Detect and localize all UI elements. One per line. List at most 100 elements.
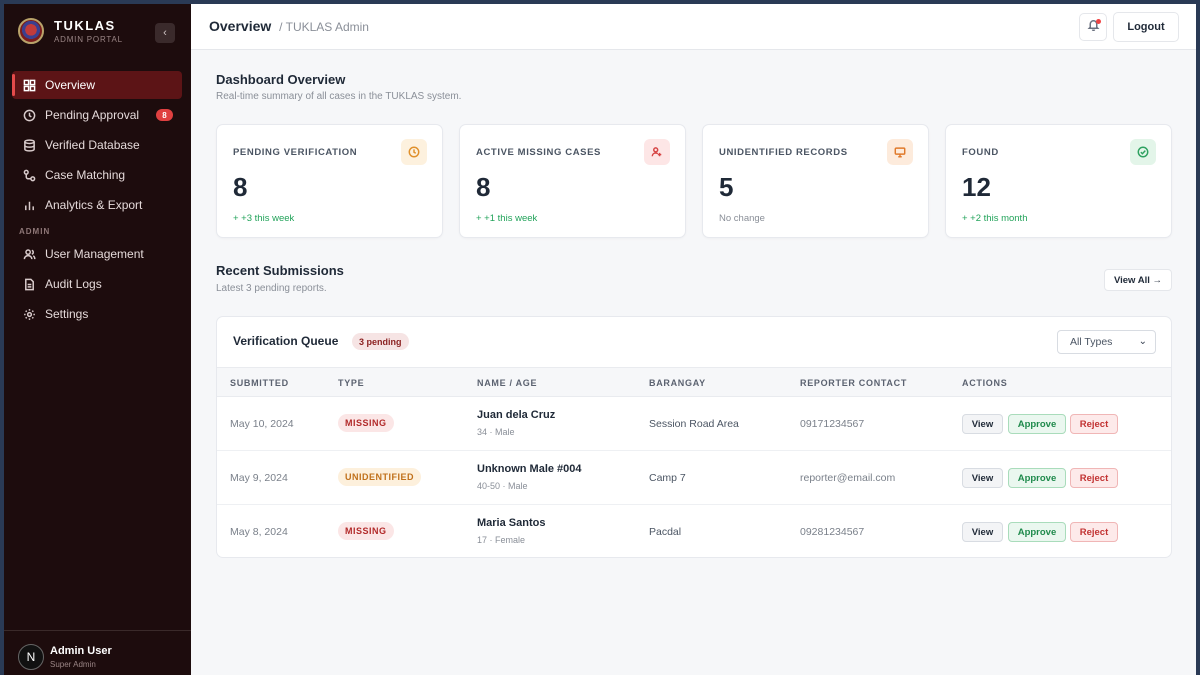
sidebar-divider: [4, 630, 191, 631]
avatar: N: [18, 644, 44, 670]
approve-button[interactable]: Approve: [1008, 468, 1066, 488]
stat-value: 5: [719, 172, 734, 202]
collapse-sidebar-button[interactable]: ‹: [155, 23, 175, 43]
table-row: May 10, 2024 MISSING Juan dela Cruz 34 ·…: [217, 397, 1171, 451]
approve-button[interactable]: Approve: [1008, 414, 1066, 434]
column-header: SUBMITTED: [230, 378, 289, 388]
database-icon: [22, 138, 36, 152]
sidebar: TUKLAS ADMIN PORTAL ‹ Overview Pending A…: [4, 4, 191, 675]
submitted-date: May 8, 2024: [230, 526, 288, 538]
chevron-down-icon: ⌄: [1138, 336, 1147, 347]
chevron-left-icon: ‹: [163, 27, 167, 39]
user-profile[interactable]: N Admin User Super Admin: [18, 644, 112, 670]
stats-row: PENDING VERIFICATION 8 + +3 this week AC…: [216, 124, 1172, 238]
type-badge: MISSING: [338, 414, 394, 432]
type-filter-value: All Types: [1070, 336, 1113, 348]
stat-card-pending-verification: PENDING VERIFICATION 8 + +3 this week: [216, 124, 443, 238]
sidebar-item-settings[interactable]: Settings: [12, 300, 182, 328]
sidebar-item-label: Analytics & Export: [45, 198, 143, 212]
reporter-contact: 09281234567: [800, 526, 865, 538]
submitted-date: May 9, 2024: [230, 472, 288, 484]
check-circle-icon: [1130, 139, 1156, 165]
stat-card-unidentified-records: UNIDENTIFIED RECORDS 5 No change: [702, 124, 929, 238]
table-header: SUBMITTED TYPE NAME / AGE BARANGAY REPOR…: [217, 367, 1171, 397]
stat-value: 12: [962, 172, 991, 202]
stat-note: + +3 this week: [233, 213, 295, 224]
column-header: REPORTER CONTACT: [800, 378, 908, 388]
barangay: Session Road Area: [649, 418, 739, 430]
person-meta: 40-50 · Male: [477, 481, 528, 491]
reject-button[interactable]: Reject: [1070, 468, 1118, 488]
grid-icon: [22, 78, 36, 92]
logout-button[interactable]: Logout: [1113, 12, 1179, 42]
sidebar-item-label: Settings: [45, 307, 89, 321]
sidebar-item-analytics-export[interactable]: Analytics & Export: [12, 191, 182, 219]
person-name: Unknown Male #004: [477, 463, 582, 475]
dashboard-title: Dashboard Overview: [216, 72, 346, 87]
stat-label: PENDING VERIFICATION: [233, 147, 358, 158]
admin-section-label: ADMIN: [19, 227, 51, 236]
sidebar-item-user-management[interactable]: User Management: [12, 240, 182, 268]
stat-label: ACTIVE MISSING CASES: [476, 147, 601, 158]
column-header: NAME / AGE: [477, 378, 538, 388]
user-search-icon: [644, 139, 670, 165]
barangay: Pacdal: [649, 526, 682, 538]
clock-icon: [401, 139, 427, 165]
app-subtitle: ADMIN PORTAL: [54, 35, 123, 44]
stat-value: 8: [476, 172, 491, 202]
person-meta: 17 · Female: [477, 535, 526, 545]
stat-note: No change: [719, 213, 765, 224]
gear-icon: [22, 307, 36, 321]
reject-button[interactable]: Reject: [1070, 414, 1118, 434]
person-name: Maria Santos: [477, 517, 546, 529]
reporter-contact: 09171234567: [800, 418, 865, 430]
submitted-date: May 10, 2024: [230, 418, 294, 430]
person-name: Juan dela Cruz: [477, 409, 556, 421]
file-icon: [22, 277, 36, 291]
barangay: Camp 7: [649, 472, 686, 484]
recent-submissions-subtitle: Latest 3 pending reports.: [216, 283, 327, 294]
users-icon: [22, 247, 36, 261]
sidebar-item-overview[interactable]: Overview: [12, 71, 182, 99]
user-role: Super Admin: [50, 660, 96, 669]
stat-card-active-missing: ACTIVE MISSING CASES 8 + +1 this week: [459, 124, 686, 238]
sidebar-item-label: Pending Approval: [45, 108, 140, 122]
sidebar-nav: Overview Pending Approval 8 Verified Dat…: [12, 71, 182, 330]
sidebar-item-case-matching[interactable]: Case Matching: [12, 161, 182, 189]
view-all-button[interactable]: View All →: [1103, 269, 1172, 291]
sidebar-item-pending-approval[interactable]: Pending Approval 8: [12, 101, 182, 129]
reporter-contact: reporter@email.com: [800, 472, 896, 484]
sidebar-item-label: User Management: [45, 247, 144, 261]
user-name: Admin User: [50, 645, 112, 657]
column-header: ACTIONS: [962, 378, 1008, 388]
bar-chart-icon: [22, 198, 36, 212]
notifications-button[interactable]: [1079, 13, 1107, 41]
notification-dot: [1096, 19, 1101, 24]
view-button[interactable]: View: [962, 414, 1003, 434]
match-icon: [22, 168, 36, 182]
stat-label: UNIDENTIFIED RECORDS: [719, 147, 848, 158]
stat-card-found: FOUND 12 + +2 this month: [945, 124, 1172, 238]
stat-label: FOUND: [962, 147, 999, 158]
clock-icon: [22, 108, 36, 122]
sidebar-item-audit-logs[interactable]: Audit Logs: [12, 270, 182, 298]
type-badge: MISSING: [338, 522, 394, 540]
brand: TUKLAS ADMIN PORTAL: [18, 18, 123, 44]
stat-note: + +1 this week: [476, 213, 538, 224]
view-button[interactable]: View: [962, 468, 1003, 488]
recent-submissions-title: Recent Submissions: [216, 263, 344, 278]
type-filter-select[interactable]: All Types ⌄: [1057, 330, 1156, 354]
pending-count-badge: 8: [156, 109, 173, 121]
breadcrumb: Overview / TUKLAS Admin: [209, 18, 369, 34]
approve-button[interactable]: Approve: [1008, 522, 1066, 542]
sidebar-item-label: Overview: [45, 78, 96, 92]
reject-button[interactable]: Reject: [1070, 522, 1118, 542]
sidebar-item-verified-database[interactable]: Verified Database: [12, 131, 182, 159]
view-button[interactable]: View: [962, 522, 1003, 542]
column-header: TYPE: [338, 378, 365, 388]
table-row: May 9, 2024 UNIDENTIFIED Unknown Male #0…: [217, 451, 1171, 505]
breadcrumb-sub: / TUKLAS Admin: [279, 20, 369, 34]
table-row: May 8, 2024 MISSING Maria Santos 17 · Fe…: [217, 505, 1171, 557]
stat-note: + +2 this month: [962, 213, 1028, 224]
top-bar: Overview / TUKLAS Admin Logout: [191, 4, 1196, 50]
